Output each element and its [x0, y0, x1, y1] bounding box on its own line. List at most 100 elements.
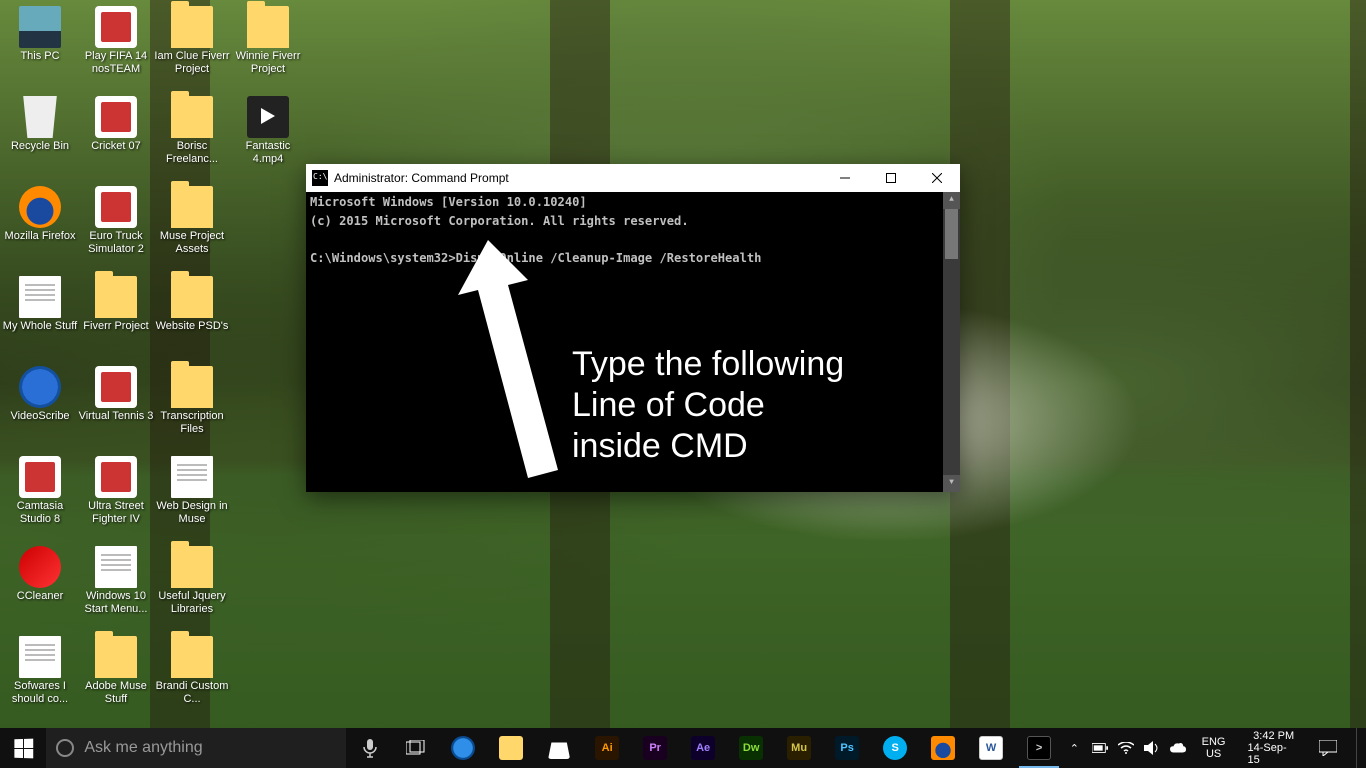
- premiere-icon: Pr: [643, 736, 667, 760]
- desktop-icon-label: Iam Clue Fiverr Project: [154, 50, 230, 75]
- taskbar-app-cmd[interactable]: >: [1015, 728, 1063, 768]
- desktop-icon-label: VideoScribe: [2, 410, 78, 423]
- desktop-icon[interactable]: My Whole Stuff: [2, 276, 78, 333]
- maximize-button[interactable]: [868, 164, 914, 192]
- desktop-icon[interactable]: Iam Clue Fiverr Project: [154, 6, 230, 75]
- taskbar-app-illustrator[interactable]: Ai: [583, 728, 631, 768]
- taskbar-app-muse[interactable]: Mu: [775, 728, 823, 768]
- desktop-icon-label: Camtasia Studio 8: [2, 500, 78, 525]
- file-explorer-icon: [499, 736, 523, 760]
- taskbar-app-premiere[interactable]: Pr: [631, 728, 679, 768]
- pc-icon: [19, 6, 61, 48]
- app-icon: [95, 366, 137, 408]
- desktop-icon-label: Web Design in Muse: [154, 500, 230, 525]
- desktop-icon[interactable]: Brandi Custom C...: [154, 636, 230, 705]
- muse-icon: Mu: [787, 736, 811, 760]
- show-desktop-button[interactable]: [1356, 728, 1362, 768]
- firefox-icon: [931, 736, 955, 760]
- desktop-icon-label: Recycle Bin: [2, 140, 78, 153]
- scroll-thumb[interactable]: [945, 209, 958, 259]
- system-tray: ⌃ ENGUS 3:42 PM14-Sep-15: [1063, 728, 1366, 768]
- search-box[interactable]: Ask me anything: [46, 728, 346, 768]
- desktop-icon[interactable]: Ultra Street Fighter IV: [78, 456, 154, 525]
- desktop-icon-label: Transcription Files: [154, 410, 230, 435]
- taskbar-app-skype[interactable]: S: [871, 728, 919, 768]
- folder-icon: [247, 6, 289, 48]
- close-button[interactable]: [914, 164, 960, 192]
- desktop-icon[interactable]: This PC: [2, 6, 78, 63]
- taskbar-app-store[interactable]: [535, 728, 583, 768]
- taskbar-app-after-effects[interactable]: Ae: [679, 728, 727, 768]
- annotation-arrow: [458, 240, 578, 485]
- taskbar-app-file-explorer[interactable]: [487, 728, 535, 768]
- battery-icon[interactable]: [1092, 740, 1108, 756]
- desktop-icon[interactable]: Camtasia Studio 8: [2, 456, 78, 525]
- doc-icon: [171, 456, 213, 498]
- taskbar-app-firefox[interactable]: [919, 728, 967, 768]
- taskbar-app-photoshop[interactable]: Ps: [823, 728, 871, 768]
- cortana-icon: [56, 739, 74, 757]
- desktop-icon[interactable]: Windows 10 Start Menu...: [78, 546, 154, 615]
- desktop-icon[interactable]: Winnie Fiverr Project: [230, 6, 306, 75]
- desktop-icon[interactable]: Web Design in Muse: [154, 456, 230, 525]
- mic-button[interactable]: [346, 728, 392, 768]
- desktop-icon[interactable]: Transcription Files: [154, 366, 230, 435]
- folder-icon: [171, 546, 213, 588]
- desktop-icon-label: Euro Truck Simulator 2: [78, 230, 154, 255]
- desktop-icon-label: Play FIFA 14 nosTEAM: [78, 50, 154, 75]
- desktop-icon[interactable]: Mozilla Firefox: [2, 186, 78, 243]
- action-center-button[interactable]: [1310, 728, 1346, 768]
- scroll-up-button[interactable]: ▲: [943, 192, 960, 209]
- scroll-down-button[interactable]: ▼: [943, 475, 960, 492]
- app-icon: [95, 186, 137, 228]
- desktop-icon[interactable]: Play FIFA 14 nosTEAM: [78, 6, 154, 75]
- minimize-button[interactable]: [822, 164, 868, 192]
- language-indicator[interactable]: ENGUS: [1196, 736, 1232, 760]
- folder-icon: [171, 276, 213, 318]
- desktop-icon-label: Sofwares I should co...: [2, 680, 78, 705]
- titlebar[interactable]: Administrator: Command Prompt: [306, 164, 960, 192]
- tray-chevron-icon[interactable]: ⌃: [1067, 740, 1082, 756]
- desktop-icon-label: Fiverr Project: [78, 320, 154, 333]
- desktop-icon-label: Cricket 07: [78, 140, 154, 153]
- desktop-icon[interactable]: Euro Truck Simulator 2: [78, 186, 154, 255]
- taskbar-app-word[interactable]: W: [967, 728, 1015, 768]
- start-button[interactable]: [0, 728, 46, 768]
- vid-icon: [247, 96, 289, 138]
- desktop-icon[interactable]: Adobe Muse Stuff: [78, 636, 154, 705]
- annotation-text: Type the following Line of Code inside C…: [572, 344, 844, 466]
- desktop-icon-label: Borisc Freelanc...: [154, 140, 230, 165]
- desktop-icon[interactable]: Recycle Bin: [2, 96, 78, 153]
- edge-icon: [451, 736, 475, 760]
- cmd-icon: [312, 170, 328, 186]
- desktop-icon[interactable]: Muse Project Assets: [154, 186, 230, 255]
- scrollbar[interactable]: ▲ ▼: [943, 192, 960, 492]
- doc-icon: [19, 636, 61, 678]
- taskbar-app-dreamweaver[interactable]: Dw: [727, 728, 775, 768]
- desktop-icon[interactable]: CCleaner: [2, 546, 78, 603]
- desktop-icon[interactable]: Virtual Tennis 3: [78, 366, 154, 423]
- desktop-icon[interactable]: Website PSD's: [154, 276, 230, 333]
- folder-icon: [95, 276, 137, 318]
- wifi-icon[interactable]: [1118, 740, 1134, 756]
- desktop-icon[interactable]: Cricket 07: [78, 96, 154, 153]
- desktop-icon[interactable]: Sofwares I should co...: [2, 636, 78, 705]
- onedrive-icon[interactable]: [1170, 740, 1186, 756]
- doc-icon: [19, 276, 61, 318]
- cmd-icon: >: [1027, 736, 1051, 760]
- doc-icon: [95, 546, 137, 588]
- clock[interactable]: 3:42 PM14-Sep-15: [1242, 730, 1301, 766]
- taskbar-app-edge[interactable]: [439, 728, 487, 768]
- desktop-icon[interactable]: Fantastic 4.mp4: [230, 96, 306, 165]
- desktop-icon[interactable]: Useful Jquery Libraries: [154, 546, 230, 615]
- volume-icon[interactable]: [1144, 740, 1160, 756]
- desktop-icon[interactable]: Borisc Freelanc...: [154, 96, 230, 165]
- task-view-button[interactable]: [393, 728, 439, 768]
- word-icon: W: [979, 736, 1003, 760]
- desktop-icon-label: Adobe Muse Stuff: [78, 680, 154, 705]
- desktop-icon[interactable]: VideoScribe: [2, 366, 78, 423]
- desktop-icon-label: CCleaner: [2, 590, 78, 603]
- windows-logo-icon: [14, 738, 33, 758]
- desktop-icon[interactable]: Fiverr Project: [78, 276, 154, 333]
- folder-icon: [171, 366, 213, 408]
